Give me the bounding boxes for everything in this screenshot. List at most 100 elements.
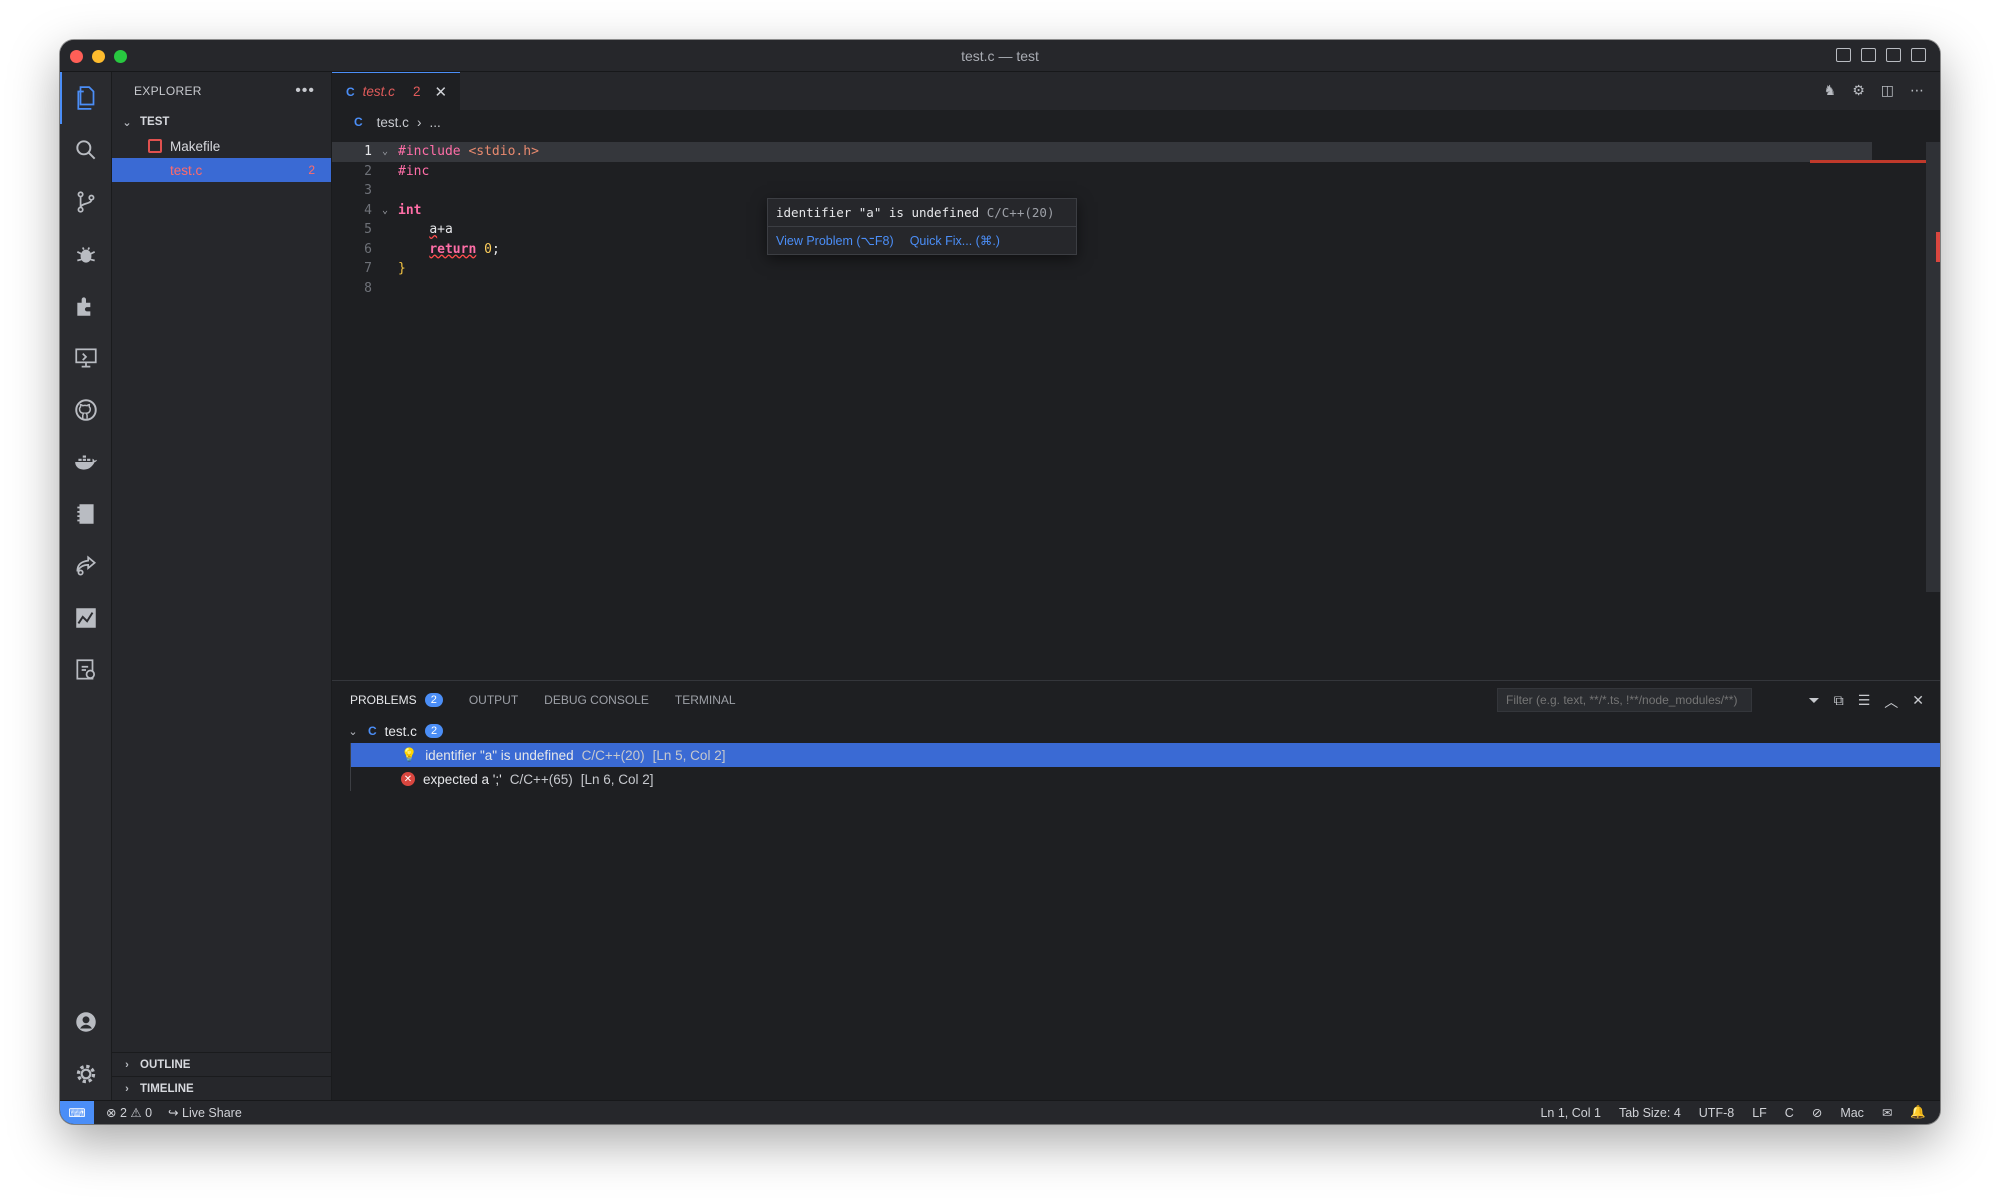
run-debug-icon[interactable] [60,228,112,280]
more-actions-icon[interactable]: ⋯ [1910,82,1924,99]
customize-layout-icon[interactable] [1911,48,1926,62]
split-editor-icon[interactable]: ◫ [1881,82,1894,99]
tab-size[interactable]: Tab Size: 4 [1619,1106,1681,1120]
problems-filter-input[interactable] [1497,688,1752,712]
toggle-primary-sidebar-icon[interactable] [1836,48,1851,62]
remote-containers-icon[interactable] [60,644,112,696]
explorer-icon[interactable] [60,72,112,124]
c-file-icon: C [354,115,363,129]
language-mode[interactable]: C [1785,1106,1794,1120]
close-panel-icon[interactable]: ✕ [1912,692,1924,712]
file-makefile[interactable]: Makefile [112,134,331,158]
status-left: ⊗ 2 ⚠ 0 ↪ Live Share [94,1105,242,1120]
chevron-right-icon: › [416,114,422,130]
editor-scrollbar[interactable] [1926,142,1940,592]
collapse-all-icon[interactable]: ⧉ [1834,692,1844,712]
live-share-icon[interactable] [60,540,112,592]
group-file-name: test.c [384,723,417,739]
file-name: Makefile [170,138,221,154]
close-tab-icon[interactable]: ✕ [434,83,447,101]
tab-test-c[interactable]: C test.c 2 ✕ [332,72,460,110]
panel-actions: ⏷ ⧉ ☰ ︿ ✕ [1809,692,1925,712]
minimize-window-button[interactable] [92,50,105,63]
problem-source: C/C++(65) [509,771,573,787]
problem-message: expected a ';' [423,771,502,787]
problems-status[interactable]: ⊗ 2 ⚠ 0 [106,1105,152,1120]
outline-section[interactable]: › OUTLINE [112,1052,332,1076]
docker-icon[interactable] [60,436,112,488]
window-title: test.c — test [961,47,1039,64]
warning-icon: ⚠ [130,1106,142,1120]
view-problem-link[interactable]: View Problem (⌥F8) [776,233,894,248]
minimap[interactable] [1810,142,1940,592]
line-content: #inc [398,163,430,179]
status-bar: ⌨ ⊗ 2 ⚠ 0 ↪ Live Share Ln 1, Col 1 Tab S… [60,1100,1940,1124]
file-test-c[interactable]: test.c 2 [112,158,331,182]
platform[interactable]: Mac [1840,1106,1864,1120]
toggle-panel-icon[interactable] [1861,48,1876,62]
problem-row[interactable]: 💡 identifier "a" is undefined C/C++(20) … [350,743,1940,767]
no-sync-icon[interactable]: ⊘ [1812,1105,1822,1120]
source-control-icon[interactable] [60,176,112,228]
code-line: 6 return 0; [332,240,1872,260]
tab-problem-count: 2 [412,84,421,99]
extensions-icon[interactable] [60,280,112,332]
fold-chevron-icon[interactable]: ⌄ [376,205,394,216]
tab-terminal[interactable]: TERMINAL [675,693,736,707]
timeline-title: TIMELINE [140,1082,194,1095]
github-icon[interactable] [60,384,112,436]
maximize-window-button[interactable] [114,50,127,63]
lightbulb-icon[interactable]: 💡 [401,747,417,763]
run-code-icon[interactable]: ♞ [1824,82,1837,99]
code-editor[interactable]: 1 ⌄ #include <stdio.h> 2 #inc 3 4 ⌄ int … [332,142,1872,298]
tab-debug-console[interactable]: DEBUG CONSOLE [544,693,649,707]
live-share-status[interactable]: ↪ Live Share [168,1105,242,1120]
chart-icon[interactable] [60,592,112,644]
breadcrumb-symbol[interactable]: ... [429,115,440,130]
layout-controls [1836,48,1926,62]
explorer-more-actions-icon[interactable]: ••• [295,82,315,100]
tab-output[interactable]: OUTPUT [469,693,518,707]
notifications-bell-icon[interactable]: 🔔 [1910,1105,1926,1120]
search-icon[interactable] [60,124,112,176]
folder-test[interactable]: ⌄ TEST [112,110,331,134]
line-content: int [398,202,422,218]
line-number: 7 [364,261,372,277]
toggle-secondary-sidebar-icon[interactable] [1886,48,1901,62]
breadcrumb-file[interactable]: test.c [377,115,409,130]
manage-gear-icon[interactable] [60,1048,112,1100]
cursor-position[interactable]: Ln 1, Col 1 [1540,1106,1600,1120]
remote-explorer-icon[interactable] [60,332,112,384]
notebook-icon[interactable] [60,488,112,540]
view-as-list-icon[interactable]: ☰ [1858,692,1871,712]
problem-row[interactable]: ✕ expected a ';' C/C++(65) [Ln 6, Col 2] [350,767,1940,791]
remote-indicator-icon[interactable]: ⌨ [60,1100,94,1124]
feedback-icon[interactable]: ✉ [1882,1105,1892,1120]
code-line: 2 #inc [332,162,1872,182]
filter-icon[interactable]: ⏷ [1809,692,1820,712]
line-number: 8 [364,280,372,296]
line-content: return 0; [429,241,500,257]
maximize-panel-icon[interactable]: ︿ [1884,692,1898,712]
problems-file-group[interactable]: ⌄ C test.c 2 [332,719,1940,743]
close-window-button[interactable] [70,50,83,63]
problem-source: C/C++(20) [581,747,645,763]
panel-tabs: PROBLEMS 2 OUTPUT DEBUG CONSOLE TERMINAL… [332,681,1940,719]
tab-label: test.c [362,84,395,99]
problems-count-badge: 2 [424,693,443,707]
code-line: 7 } [332,259,1872,279]
fold-chevron-icon[interactable]: ⌄ [376,146,394,157]
activity-bar-bottom [60,996,112,1100]
accounts-icon[interactable] [60,996,112,1048]
line-content: a+a [429,222,453,238]
encoding[interactable]: UTF-8 [1699,1106,1734,1120]
chevron-right-icon: › [125,1082,129,1095]
status-right: Ln 1, Col 1 Tab Size: 4 UTF-8 LF C ⊘ Mac… [1540,1105,1926,1120]
quick-fix-link[interactable]: Quick Fix... (⌘.) [910,233,1000,248]
timeline-section[interactable]: › TIMELINE [112,1076,332,1100]
settings-gear-icon[interactable]: ⚙ [1852,82,1865,99]
tab-problems[interactable]: PROBLEMS 2 [350,693,443,707]
file-name: test.c [170,162,203,178]
end-of-line[interactable]: LF [1752,1106,1767,1120]
line-number: 1 [364,144,372,160]
